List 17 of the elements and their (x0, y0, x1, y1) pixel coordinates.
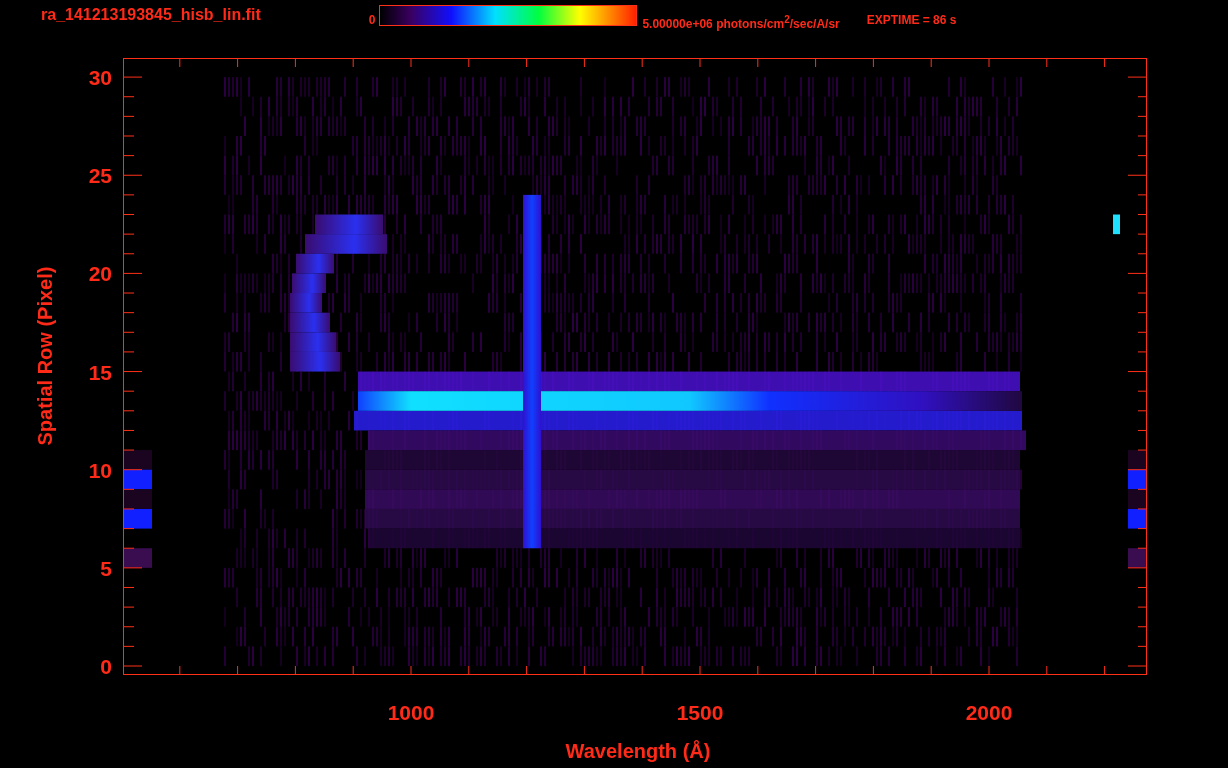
y-tick-label: 5 (100, 556, 112, 580)
x-tick-label: 1000 (387, 701, 435, 724)
y-tick-label: 15 (88, 360, 112, 384)
colorbar-min-label: 0 (368, 12, 376, 29)
y-tick-label: 0 (100, 655, 112, 678)
y-tick-label: 20 (88, 262, 112, 286)
x-tick-label: 2000 (965, 701, 1013, 724)
colorbar-max-label: 5.00000e+06 photons/cm$^{2}$/sec/A/sr (642, 13, 840, 33)
exposure-time: EXPTIME = 86 s (866, 12, 957, 29)
y-tick-label: 10 (88, 458, 112, 482)
x-tick-label: 1500 (676, 701, 724, 724)
file-name: ra_141213193845_hisb_lin.fit (41, 5, 261, 25)
y-tick-label: 30 (88, 66, 112, 90)
y-axis-label: Spatial Row (Pixel) (34, 266, 56, 446)
bright-pixel (1113, 214, 1120, 235)
x-axis-label: Wavelength (Å) (565, 740, 711, 762)
y-tick-label: 25 (88, 164, 112, 188)
